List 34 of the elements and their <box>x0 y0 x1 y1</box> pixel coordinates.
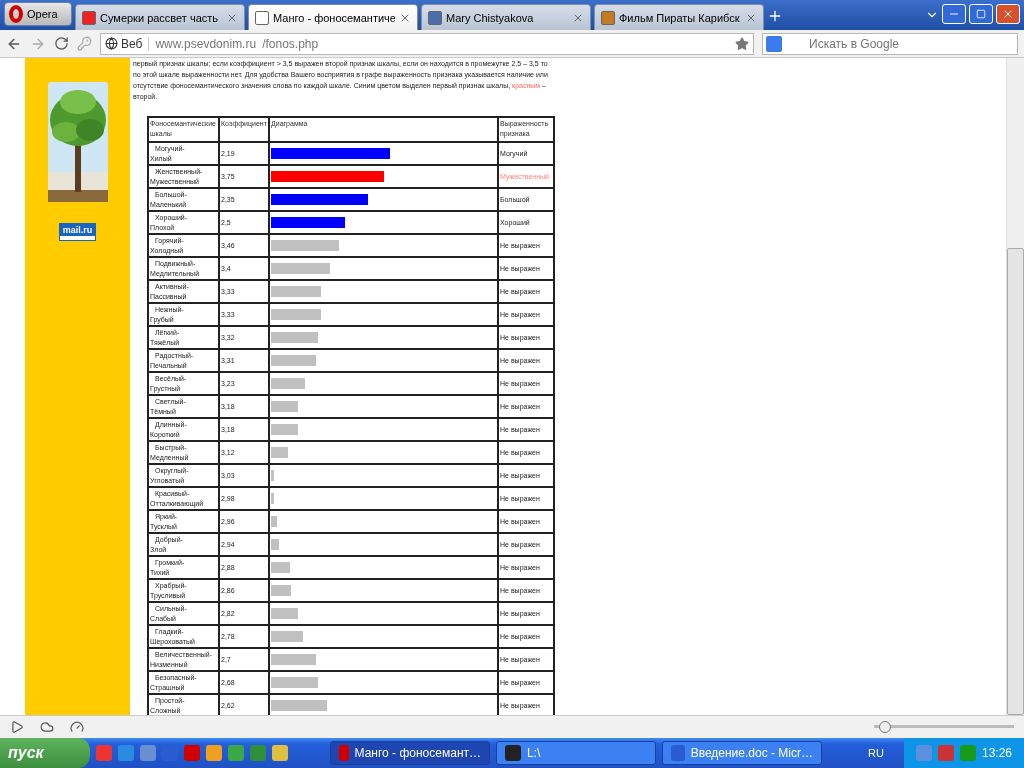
maximize-button[interactable] <box>969 4 993 24</box>
panel-icon[interactable] <box>10 720 24 734</box>
search-field[interactable]: Искать в Google <box>762 32 1018 55</box>
clock: 13:26 <box>981 746 1012 760</box>
browser-tab[interactable]: Фильм Пираты Карибск <box>594 4 764 30</box>
taskbar-button[interactable]: Введение.doc - Micr… <box>662 741 822 765</box>
url-host: www.psevdonim.ru <box>155 36 257 51</box>
star-icon[interactable] <box>735 36 749 51</box>
reload-icon[interactable] <box>54 36 69 51</box>
browser-tab[interactable]: Mary Chistyakova <box>421 4 591 30</box>
browser-tab[interactable]: Манго - фоносемантиче <box>248 4 418 30</box>
menu-button[interactable]: Opera <box>4 2 72 26</box>
globe-icon <box>105 37 118 50</box>
url-path: /fonos.php <box>262 36 320 51</box>
scrollbar[interactable] <box>1006 58 1024 715</box>
minimize-button[interactable] <box>942 4 966 24</box>
gauge-icon[interactable] <box>70 720 84 734</box>
close-icon <box>1002 8 1014 20</box>
favicon-icon <box>601 10 615 25</box>
maximize-icon <box>976 9 986 19</box>
new-tab-icon[interactable] <box>767 8 783 24</box>
taskbar-button[interactable]: Манго - фоносемант… <box>330 741 490 765</box>
address-field[interactable]: Веб www.psevdonim.ru /fonos.php <box>100 32 754 55</box>
web-label: Веб <box>121 36 143 51</box>
favicon-icon <box>428 10 442 25</box>
key-icon[interactable] <box>77 36 92 51</box>
cloud-icon[interactable] <box>40 720 54 734</box>
favicon-icon <box>255 10 269 25</box>
browser-tab[interactable]: Сумерки рассвет часть <box>75 4 245 30</box>
taskbar-button[interactable]: L:\ <box>496 741 656 765</box>
close-button[interactable] <box>996 4 1020 24</box>
language-indicator[interactable]: RU <box>868 747 884 759</box>
favicon-icon <box>82 10 96 25</box>
counter-badge[interactable]: mail.ru <box>59 224 96 240</box>
